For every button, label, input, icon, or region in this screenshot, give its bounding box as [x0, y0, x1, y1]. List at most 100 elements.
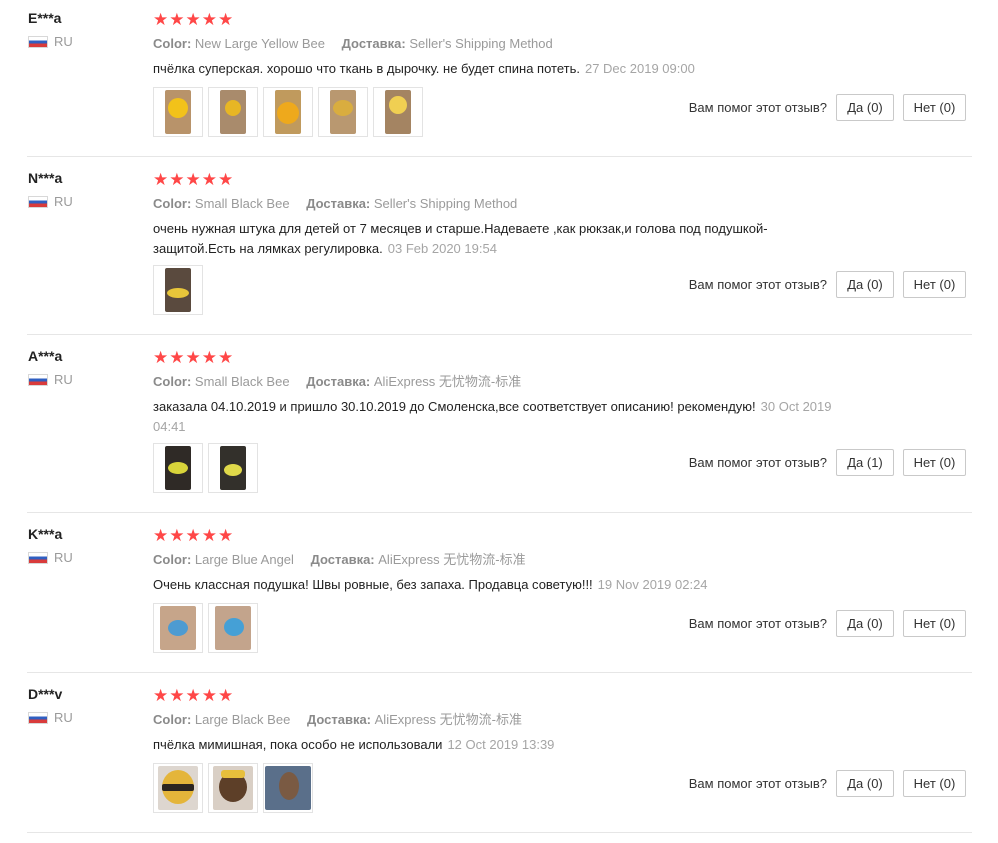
shipping-value: Seller's Shipping Method: [373, 196, 518, 211]
shipping-label: Доставка:: [341, 36, 406, 51]
country-code: RU: [54, 710, 73, 725]
review-date: 03 Feb 2020 19:54: [387, 241, 497, 256]
review-text: Очень классная подушка! Швы ровные, без …: [153, 575, 873, 595]
shipping-value: AliExpress 无忧物流-标准: [378, 552, 526, 567]
helpful-yes-button[interactable]: Да (0): [836, 271, 894, 298]
color-value: Small Black Bee: [194, 374, 290, 389]
review-meta: Color: Large Blue Angel Доставка: AliExp…: [153, 551, 526, 569]
flag-ru-icon: [28, 373, 48, 386]
helpful-question: Вам помог этот отзыв?: [688, 277, 827, 292]
review-divider: [27, 156, 972, 157]
helpful-yes-button[interactable]: Да (0): [836, 610, 894, 637]
reviewer-name: K***a: [28, 526, 63, 542]
reviewer-country: RU: [28, 194, 73, 209]
helpful-yes-button[interactable]: Да (0): [836, 770, 894, 797]
review-photo-thumbnail[interactable]: [153, 603, 203, 653]
country-code: RU: [54, 550, 73, 565]
review-body: пчёлка мимишная, пока особо не использов…: [153, 737, 443, 752]
helpful-question: Вам помог этот отзыв?: [688, 100, 827, 115]
shipping-value: Seller's Shipping Method: [409, 36, 553, 51]
review-photo-thumbnail[interactable]: [153, 443, 203, 493]
star-rating: ★★★★★: [153, 686, 235, 705]
helpful-vote: Вам помог этот отзыв? Да (0) Нет (0): [689, 610, 966, 637]
reviewer-info: D***v RU: [28, 684, 73, 725]
flag-ru-icon: [28, 551, 48, 564]
review-divider: [27, 832, 972, 833]
review-text: заказала 04.10.2019 и пришло 30.10.2019 …: [153, 397, 863, 437]
color-label: Color:: [153, 36, 192, 51]
review-photos: [153, 603, 258, 653]
review-body: заказала 04.10.2019 и пришло 30.10.2019 …: [153, 399, 756, 414]
helpful-no-button[interactable]: Нет (0): [903, 271, 966, 298]
review-date: 19 Nov 2019 02:24: [597, 577, 708, 592]
review-photo-thumbnail[interactable]: [208, 87, 258, 137]
review-text: пчёлка мимишная, пока особо не использов…: [153, 735, 873, 755]
review-meta: Color: New Large Yellow Bee Доставка: Se…: [153, 35, 553, 53]
helpful-no-button[interactable]: Нет (0): [903, 94, 966, 121]
review-photo-thumbnail[interactable]: [318, 87, 368, 137]
reviewer-name: N***a: [28, 170, 63, 186]
review-divider: [27, 672, 972, 673]
shipping-label: Доставка:: [306, 712, 372, 727]
review-text: очень нужная штука для детей от 7 месяце…: [153, 219, 843, 259]
shipping-value: AliExpress 无忧物流-标准: [373, 374, 522, 389]
star-rating: ★★★★★: [153, 348, 235, 367]
helpful-vote: Вам помог этот отзыв? Да (0) Нет (0): [689, 770, 966, 797]
review-photo-thumbnail[interactable]: [153, 265, 203, 315]
reviewer-info: E***a RU: [28, 8, 73, 49]
review-item: E***a RU ★★★★★ Color: New Large Yellow B…: [0, 0, 972, 157]
review-date: 12 Oct 2019 13:39: [447, 737, 555, 752]
reviewer-info: N***a RU: [28, 168, 73, 209]
review-photo-thumbnail[interactable]: [263, 763, 313, 813]
star-rating: ★★★★★: [153, 10, 235, 29]
helpful-question: Вам помог этот отзыв?: [688, 455, 827, 470]
review-item: D***v RU ★★★★★ Color: Large Black Bee До…: [0, 676, 972, 833]
helpful-no-button[interactable]: Нет (0): [903, 770, 966, 797]
review-meta: Color: Small Black Bee Доставка: Seller'…: [153, 195, 517, 213]
reviewer-country: RU: [28, 34, 73, 49]
review-photo-thumbnail[interactable]: [208, 443, 258, 493]
helpful-question: Вам помог этот отзыв?: [688, 776, 827, 791]
helpful-vote: Вам помог этот отзыв? Да (0) Нет (0): [689, 94, 966, 121]
helpful-yes-button[interactable]: Да (0): [836, 94, 894, 121]
helpful-no-button[interactable]: Нет (0): [903, 449, 966, 476]
review-photo-thumbnail[interactable]: [153, 87, 203, 137]
reviewer-info: A***a RU: [28, 346, 73, 387]
country-code: RU: [54, 372, 73, 387]
review-item: A***a RU ★★★★★ Color: Small Black Bee До…: [0, 338, 972, 513]
review-text: пчёлка суперская. хорошо что ткань в дыр…: [153, 59, 873, 79]
flag-ru-icon: [28, 195, 48, 208]
color-label: Color:: [153, 552, 192, 567]
review-photo-thumbnail[interactable]: [208, 763, 258, 813]
reviewer-country: RU: [28, 372, 73, 387]
color-value: New Large Yellow Bee: [194, 36, 325, 51]
review-photo-thumbnail[interactable]: [153, 763, 203, 813]
color-value: Small Black Bee: [194, 196, 290, 211]
review-date: 27 Dec 2019 09:00: [584, 61, 695, 76]
shipping-label: Доставка:: [306, 196, 371, 211]
review-item: K***a RU ★★★★★ Color: Large Blue Angel Д…: [0, 516, 972, 673]
review-divider: [27, 512, 972, 513]
shipping-label: Доставка:: [310, 552, 375, 567]
helpful-yes-button[interactable]: Да (1): [836, 449, 894, 476]
reviewer-name: D***v: [28, 686, 63, 702]
flag-ru-icon: [28, 711, 48, 724]
reviewer-info: K***a RU: [28, 524, 73, 565]
reviewer-name: E***a: [28, 10, 62, 26]
review-photo-thumbnail[interactable]: [208, 603, 258, 653]
review-divider: [27, 334, 972, 335]
star-rating: ★★★★★: [153, 170, 235, 189]
review-photo-thumbnail[interactable]: [263, 87, 313, 137]
shipping-value: AliExpress 无忧物流-标准: [374, 712, 522, 727]
review-photos: [153, 87, 423, 137]
helpful-vote: Вам помог этот отзыв? Да (1) Нет (0): [689, 449, 966, 476]
color-label: Color:: [153, 712, 192, 727]
color-value: Large Blue Angel: [194, 552, 294, 567]
color-label: Color:: [153, 196, 192, 211]
helpful-question: Вам помог этот отзыв?: [688, 616, 827, 631]
shipping-label: Доставка:: [306, 374, 371, 389]
helpful-no-button[interactable]: Нет (0): [903, 610, 966, 637]
review-photos: [153, 265, 203, 315]
review-photo-thumbnail[interactable]: [373, 87, 423, 137]
review-photos: [153, 763, 313, 813]
